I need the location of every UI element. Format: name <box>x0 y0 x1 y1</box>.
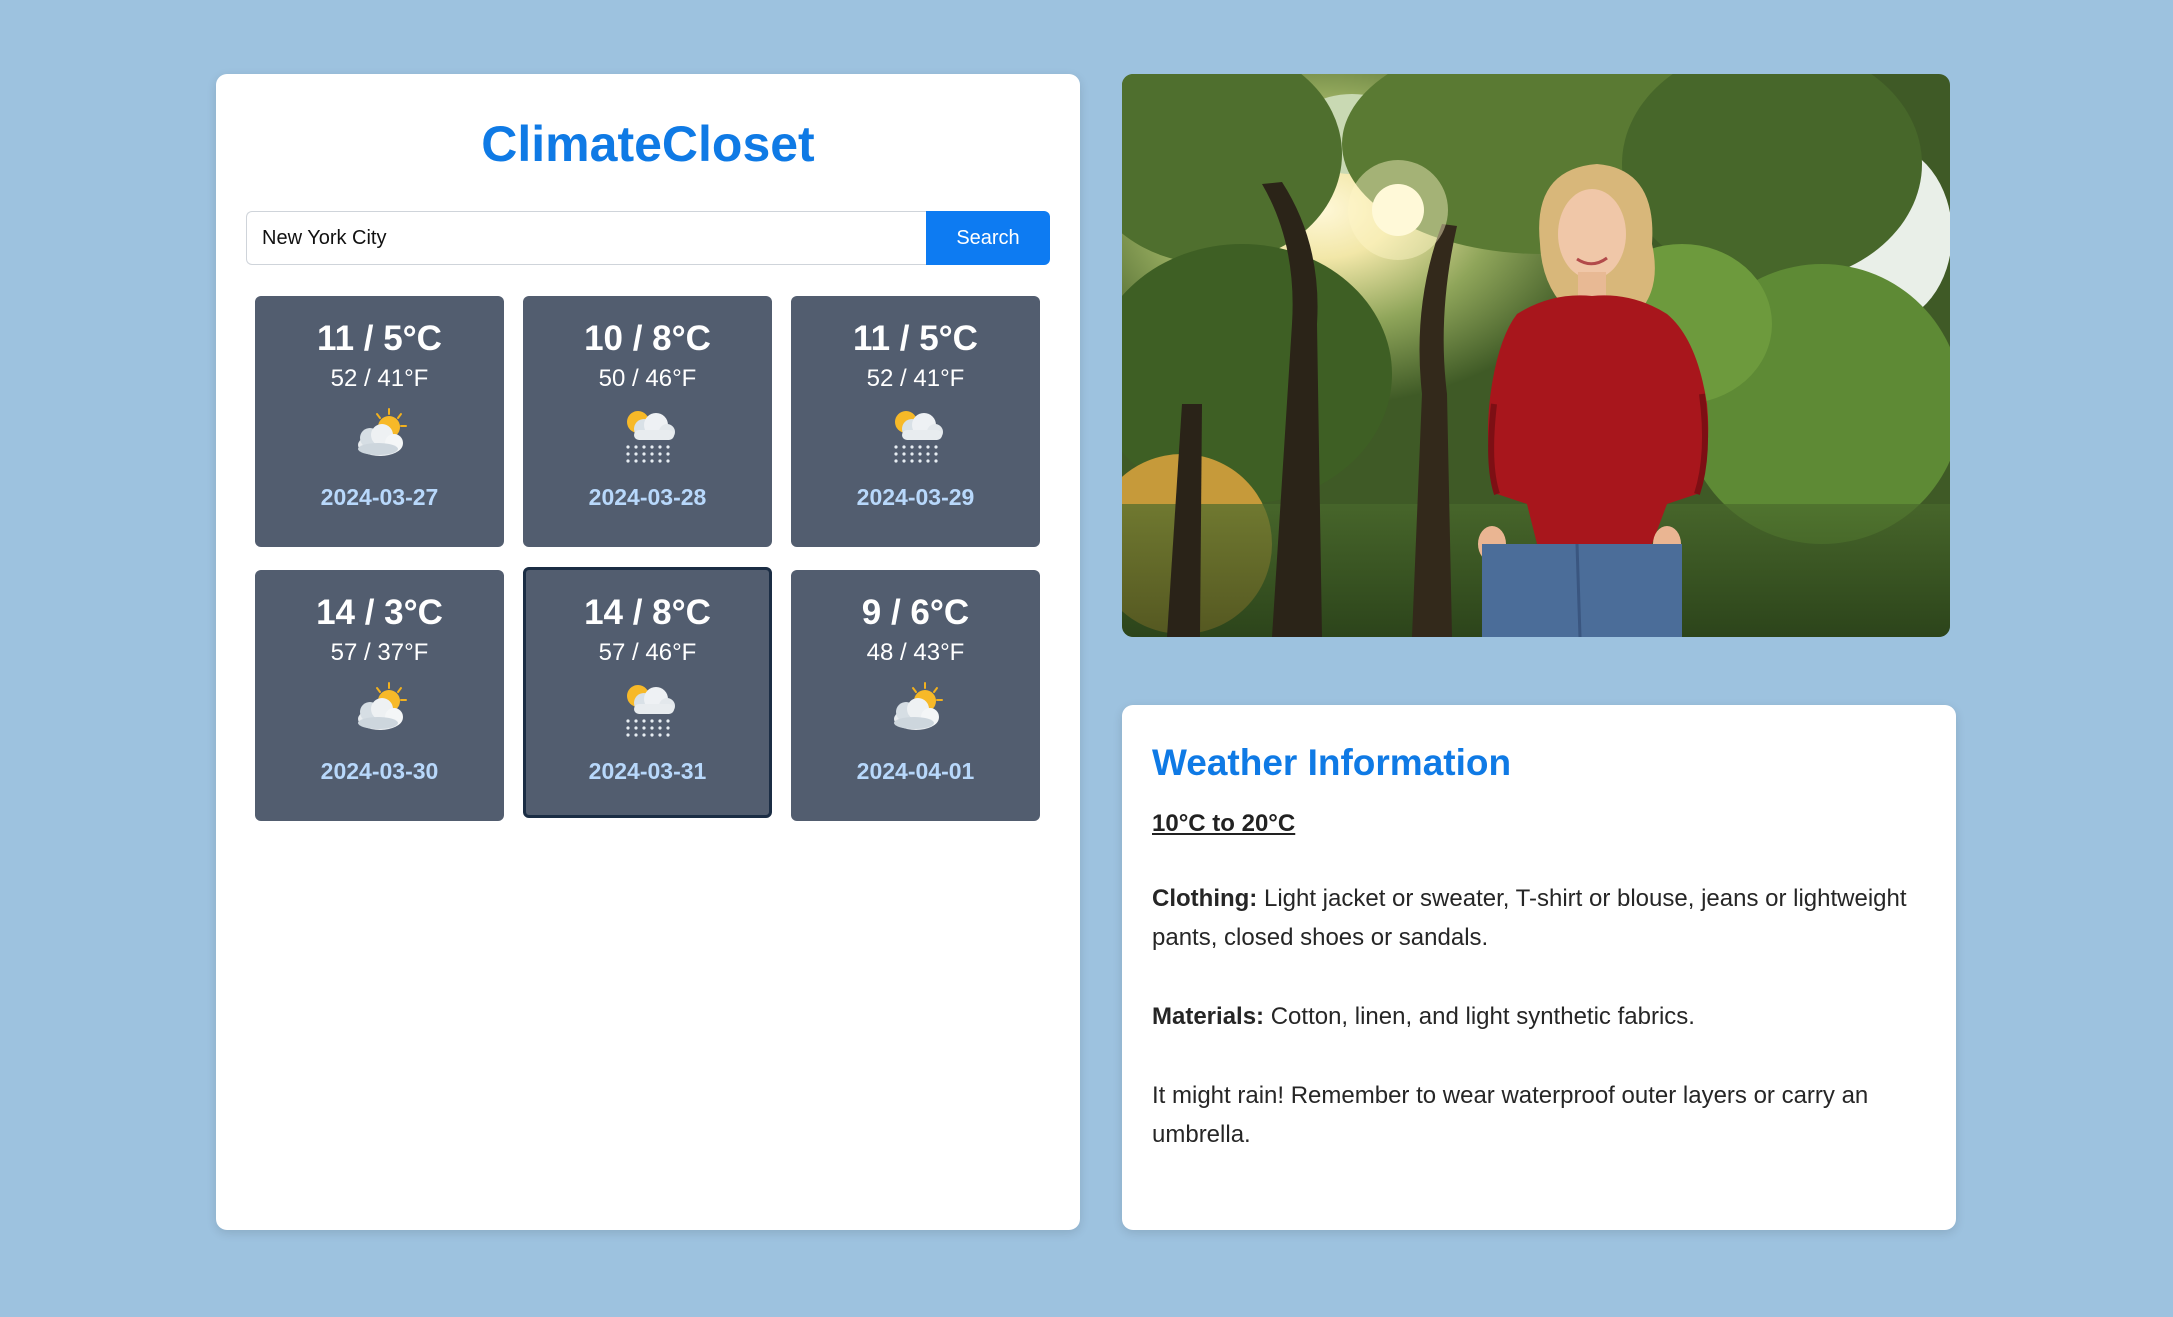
temperature-fahrenheit: 50 / 46°F <box>598 365 697 392</box>
rain-warning: It might rain! Remember to wear waterpro… <box>1152 1082 1869 1148</box>
forecast-date: 2024-03-31 <box>588 758 707 784</box>
forecast-date: 2024-03-30 <box>320 758 439 784</box>
forecast-grid: 11 / 5°C 52 / 41°F 2024-03-27 10 / 8°C 5… <box>255 296 1050 821</box>
forecast-day-card[interactable]: 14 / 3°C 57 / 37°F 2024-03-30 <box>255 570 504 821</box>
partly-cloudy-icon <box>357 682 407 730</box>
forecast-panel: ClimateCloset Search 11 / 5°C 52 / 41°F … <box>216 74 1080 1230</box>
outfit-photo <box>1122 74 1950 637</box>
forecast-date: 2024-03-27 <box>320 484 439 510</box>
woman-in-red-sweater-photo <box>1122 74 1950 637</box>
temperature-celsius: 10 / 8°C <box>584 319 711 358</box>
clothing-text: Light jacket or sweater, T-shirt or blou… <box>1152 885 1907 951</box>
temperature-fahrenheit: 52 / 41°F <box>866 365 965 392</box>
temperature-fahrenheit: 57 / 37°F <box>330 639 429 666</box>
temperature-celsius: 11 / 5°C <box>853 319 978 358</box>
weather-info-title: Weather Information <box>1152 742 1512 783</box>
forecast-date: 2024-04-01 <box>856 758 975 784</box>
weather-info-panel: Weather Information 10°C to 20°C Clothin… <box>1122 705 1956 1230</box>
temperature-fahrenheit: 48 / 43°F <box>866 639 965 666</box>
rain-icon <box>625 411 675 463</box>
materials-label: Materials: <box>1152 1003 1265 1030</box>
app-title: ClimateCloset <box>481 116 815 172</box>
partly-cloudy-icon <box>357 408 407 456</box>
rain-icon <box>625 685 675 737</box>
forecast-day-card[interactable]: 11 / 5°C 52 / 41°F 2024-03-27 <box>255 296 504 547</box>
temperature-fahrenheit: 57 / 46°F <box>598 639 697 666</box>
forecast-date: 2024-03-29 <box>856 484 975 510</box>
rain-icon <box>893 411 943 463</box>
temperature-celsius: 9 / 6°C <box>861 593 970 632</box>
forecast-day-card-selected[interactable]: 14 / 8°C 57 / 46°F 2024-03-31 <box>523 567 772 818</box>
clothing-recommendation: Clothing: Light jacket or sweater, T-shi… <box>1152 879 1926 957</box>
temperature-celsius: 14 / 3°C <box>316 593 443 632</box>
forecast-day-card[interactable]: 9 / 6°C 48 / 43°F 2024-04-01 <box>791 570 1040 821</box>
forecast-day-card[interactable]: 11 / 5°C 52 / 41°F 2024-03-29 <box>791 296 1040 547</box>
clothing-label: Clothing: <box>1152 885 1258 912</box>
partly-cloudy-icon <box>893 682 943 730</box>
materials-text: Cotton, linen, and light synthetic fabri… <box>1264 1003 1695 1030</box>
search-button[interactable]: Search <box>926 211 1050 265</box>
temperature-celsius: 14 / 8°C <box>584 593 711 632</box>
temperature-range: 10°C to 20°C <box>1152 810 1296 837</box>
forecast-date: 2024-03-28 <box>588 484 707 510</box>
temperature-fahrenheit: 52 / 41°F <box>330 365 429 392</box>
city-search-input[interactable] <box>246 211 926 265</box>
forecast-day-card[interactable]: 10 / 8°C 50 / 46°F 2024-03-28 <box>523 296 772 547</box>
materials-recommendation: Materials: Cotton, linen, and light synt… <box>1152 997 1926 1036</box>
temperature-celsius: 11 / 5°C <box>317 319 442 358</box>
search-bar: Search <box>246 211 1050 265</box>
